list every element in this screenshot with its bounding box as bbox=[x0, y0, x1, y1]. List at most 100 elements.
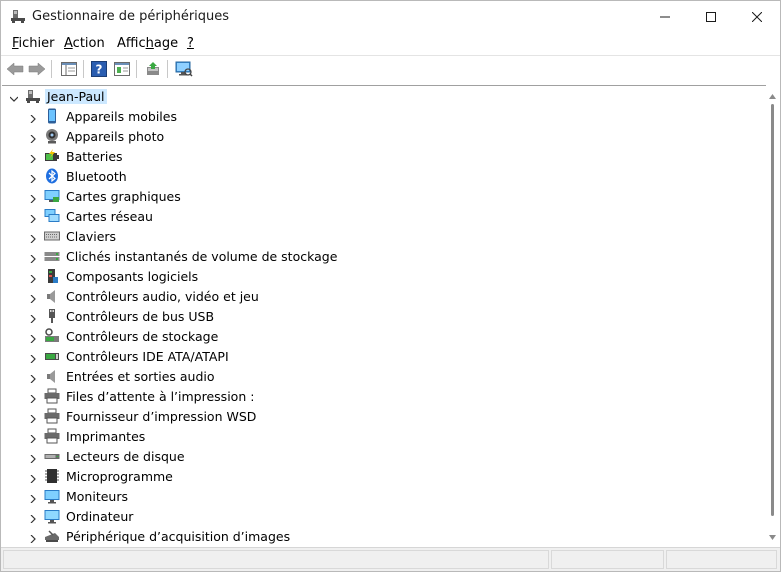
chevron-right-icon[interactable] bbox=[29, 292, 37, 304]
chevron-right-icon[interactable] bbox=[29, 152, 37, 164]
chevron-right-icon[interactable] bbox=[29, 432, 37, 444]
menu-action[interactable]: Action bbox=[64, 36, 105, 51]
chevron-right-icon[interactable] bbox=[29, 172, 37, 184]
menu-affichage[interactable]: Affichage bbox=[117, 36, 178, 51]
tree-item[interactable]: Contrôleurs de stockage bbox=[2, 326, 766, 346]
device-manager-app-icon bbox=[10, 8, 26, 24]
toolbar-separator bbox=[136, 60, 137, 78]
chevron-right-icon[interactable] bbox=[29, 532, 37, 544]
back-button[interactable] bbox=[5, 59, 25, 79]
scroll-down-arrow-icon[interactable] bbox=[769, 529, 776, 543]
chevron-right-icon[interactable] bbox=[29, 512, 37, 524]
scanner-icon bbox=[44, 528, 60, 544]
tree-item[interactable]: Imprimantes bbox=[2, 426, 766, 446]
bluetooth-icon bbox=[44, 168, 60, 184]
tree-item[interactable]: Ordinateur bbox=[2, 506, 766, 526]
window-title: Gestionnaire de périphériques bbox=[32, 9, 230, 24]
tree-item[interactable]: Fournisseur d’impression WSD bbox=[2, 406, 766, 426]
chevron-right-icon[interactable] bbox=[29, 192, 37, 204]
chevron-right-icon[interactable] bbox=[29, 472, 37, 484]
tree-item[interactable]: Files d’attente à l’impression : bbox=[2, 386, 766, 406]
chevron-right-icon[interactable] bbox=[29, 232, 37, 244]
tree-item-label: Fournisseur d’impression WSD bbox=[66, 409, 257, 424]
storage-controller-icon bbox=[44, 328, 60, 344]
tree-item-label: Entrées et sorties audio bbox=[66, 369, 215, 384]
chevron-right-icon[interactable] bbox=[29, 492, 37, 504]
tree-item-label: Périphérique d’acquisition d’images bbox=[66, 529, 291, 544]
forward-arrow-icon bbox=[28, 62, 46, 76]
chevron-right-icon[interactable] bbox=[29, 392, 37, 404]
scan-hardware-icon bbox=[175, 61, 193, 77]
printer-icon bbox=[44, 388, 60, 404]
chevron-right-icon[interactable] bbox=[29, 452, 37, 464]
tree-item[interactable]: Cartes réseau bbox=[2, 206, 766, 226]
tree-item[interactable]: Contrôleurs de bus USB bbox=[2, 306, 766, 326]
usb-icon bbox=[44, 308, 60, 324]
software-component-icon bbox=[44, 268, 60, 284]
device-tree[interactable]: Jean-Paul Appareils mobiles Appareils ph… bbox=[2, 85, 766, 545]
scan-hardware-button[interactable] bbox=[174, 59, 194, 79]
chevron-right-icon[interactable] bbox=[29, 372, 37, 384]
title-bar[interactable]: Gestionnaire de périphériques bbox=[1, 1, 780, 32]
device-manager-window: Gestionnaire de périphériques Fichier Ac… bbox=[0, 0, 781, 572]
computer-root-icon bbox=[25, 88, 41, 104]
tree-item[interactable]: Périphérique d’acquisition d’images bbox=[2, 526, 766, 545]
chevron-right-icon[interactable] bbox=[29, 312, 37, 324]
tree-item-label: Cartes graphiques bbox=[66, 189, 181, 204]
chevron-right-icon[interactable] bbox=[29, 112, 37, 124]
chevron-right-icon[interactable] bbox=[29, 132, 37, 144]
tree-root-computer[interactable]: Jean-Paul bbox=[2, 86, 766, 106]
tree-item[interactable]: Composants logiciels bbox=[2, 266, 766, 286]
chevron-right-icon[interactable] bbox=[29, 332, 37, 344]
tree-item[interactable]: Lecteurs de disque bbox=[2, 446, 766, 466]
tree-item-label: Bluetooth bbox=[66, 169, 127, 184]
chevron-right-icon[interactable] bbox=[29, 412, 37, 424]
menu-fichier[interactable]: Fichier bbox=[12, 36, 55, 51]
status-segment bbox=[3, 550, 549, 569]
maximize-button[interactable] bbox=[688, 1, 734, 32]
show-hide-tree-button[interactable] bbox=[59, 59, 79, 79]
speaker-icon bbox=[44, 288, 60, 304]
firmware-chip-icon bbox=[44, 468, 60, 484]
tree-item-label: Claviers bbox=[66, 229, 117, 244]
tree-item[interactable]: Contrôleurs IDE ATA/ATAPI bbox=[2, 346, 766, 366]
scroll-up-arrow-icon[interactable] bbox=[769, 88, 776, 102]
close-icon bbox=[752, 11, 762, 22]
tree-item-label: Contrôleurs de stockage bbox=[66, 329, 219, 344]
scrollbar-thumb[interactable] bbox=[771, 104, 774, 516]
chevron-right-icon[interactable] bbox=[29, 352, 37, 364]
properties-button[interactable] bbox=[112, 59, 132, 79]
tree-item[interactable]: Moniteurs bbox=[2, 486, 766, 506]
tree-item-label: Composants logiciels bbox=[66, 269, 199, 284]
tree-item[interactable]: Claviers bbox=[2, 226, 766, 246]
tree-item[interactable]: Appareils photo bbox=[2, 126, 766, 146]
chevron-right-icon[interactable] bbox=[29, 252, 37, 264]
tree-item[interactable]: Appareils mobiles bbox=[2, 106, 766, 126]
forward-button[interactable] bbox=[27, 59, 47, 79]
close-button[interactable] bbox=[734, 1, 780, 32]
tree-item[interactable]: Batteries bbox=[2, 146, 766, 166]
tree-item[interactable]: Microprogramme bbox=[2, 466, 766, 486]
tree-item-label: Appareils mobiles bbox=[66, 109, 177, 124]
tree-item-label: Microprogramme bbox=[66, 469, 173, 484]
update-driver-button[interactable] bbox=[143, 59, 163, 79]
tree-item[interactable]: Clichés instantanés de volume de stockag… bbox=[2, 246, 766, 266]
help-button[interactable]: ? bbox=[89, 59, 109, 79]
chevron-right-icon[interactable] bbox=[29, 212, 37, 224]
speaker-icon bbox=[44, 368, 60, 384]
tree-item-label: Lecteurs de disque bbox=[66, 449, 185, 464]
vertical-scrollbar[interactable] bbox=[766, 86, 779, 545]
menu-help[interactable]: ? bbox=[187, 36, 194, 51]
tree-item[interactable]: Cartes graphiques bbox=[2, 186, 766, 206]
minimize-button[interactable] bbox=[642, 1, 688, 32]
chevron-right-icon[interactable] bbox=[29, 272, 37, 284]
menu-bar: Fichier Action Affichage ? bbox=[1, 33, 780, 55]
tree-item[interactable]: Bluetooth bbox=[2, 166, 766, 186]
chevron-down-icon[interactable] bbox=[9, 92, 19, 102]
disk-drive-icon bbox=[44, 448, 60, 464]
tree-item[interactable]: Entrées et sorties audio bbox=[2, 366, 766, 386]
show-hide-console-tree-icon bbox=[61, 62, 77, 76]
properties-icon bbox=[114, 62, 130, 76]
toolbar-separator bbox=[83, 60, 84, 78]
tree-item[interactable]: Contrôleurs audio, vidéo et jeu bbox=[2, 286, 766, 306]
